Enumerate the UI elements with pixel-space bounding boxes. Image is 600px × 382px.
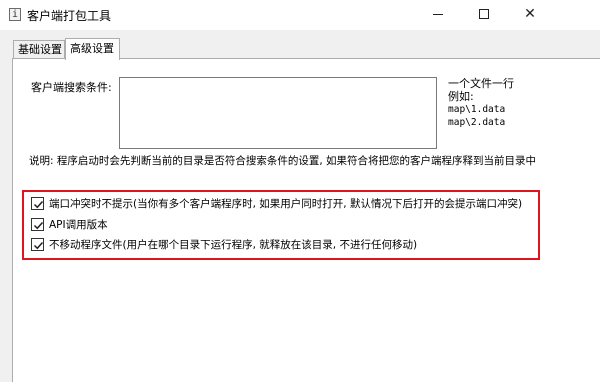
title-bar: i 客户端打包工具 ✕ [0, 0, 600, 30]
window-title: 客户端打包工具 [27, 9, 112, 23]
option-api-version[interactable]: API调用版本 [31, 216, 108, 232]
close-icon: ✕ [524, 6, 536, 22]
hint-line-2: 例如: [448, 90, 474, 103]
minimize-icon [433, 13, 443, 15]
check-icon [33, 200, 44, 208]
search-hint: 一个文件一行 例如: map\1.data map\2.data [448, 77, 514, 129]
checkbox[interactable] [31, 217, 44, 231]
minimize-button[interactable] [415, 0, 461, 30]
tab-advanced-settings[interactable]: 高级设置 [65, 38, 120, 60]
close-button[interactable]: ✕ [507, 0, 553, 30]
option-do-not-move-files[interactable]: 不移动程序文件(用户在哪个目录下运行程序, 就释放在该目录, 不进行任何移动) [31, 236, 417, 252]
app-icon: i [9, 8, 21, 21]
option-label: API调用版本 [49, 218, 108, 231]
hint-line-1: 一个文件一行 [448, 77, 514, 90]
maximize-icon [479, 9, 489, 19]
tab-label: 基础设置 [18, 43, 62, 56]
hint-example-2: map\2.data [448, 117, 506, 128]
maximize-button[interactable] [461, 0, 507, 30]
description-note: 说明: 程序启动时会先判断当前的目录是否符合搜索条件的设置, 如果符合将把您的客… [29, 155, 537, 167]
check-icon [33, 221, 44, 229]
tab-basic-settings[interactable]: 基础设置 [13, 40, 65, 58]
search-condition-input[interactable] [119, 77, 437, 149]
checkbox[interactable] [31, 196, 44, 210]
search-condition-label: 客户端搜索条件: [31, 81, 112, 94]
option-label: 不移动程序文件(用户在哪个目录下运行程序, 就释放在该目录, 不进行任何移动) [49, 238, 418, 251]
hint-example-1: map\1.data [448, 104, 506, 115]
tab-label: 高级设置 [70, 42, 114, 55]
check-icon [33, 241, 44, 249]
option-label: 端口冲突时不提示(当你有多个客户端程序时, 如果用户同时打开, 默认情况下后打开… [49, 197, 523, 210]
option-no-port-conflict-prompt[interactable]: 端口冲突时不提示(当你有多个客户端程序时, 如果用户同时打开, 默认情况下后打开… [31, 195, 522, 211]
checkbox[interactable] [31, 237, 44, 251]
